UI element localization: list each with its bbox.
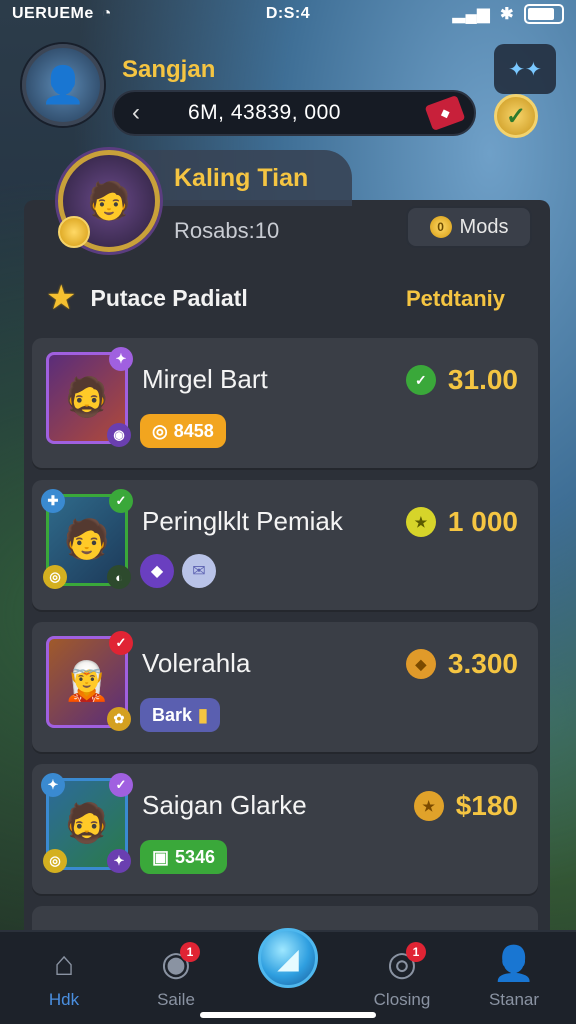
user-icon: 👤 bbox=[492, 945, 536, 983]
section-title-text: Putace Padiatl bbox=[90, 284, 248, 311]
level-chip: ▣ 5346 bbox=[140, 840, 228, 874]
signal-icon: ▂▄▆ bbox=[452, 6, 491, 23]
mods-button[interactable]: 0 Mods bbox=[406, 206, 532, 248]
coin-icon: ◎ bbox=[43, 565, 67, 589]
notification-badge: 1 bbox=[180, 942, 200, 962]
check-icon[interactable]: ✓ bbox=[494, 94, 538, 138]
character-name: Volerahla bbox=[142, 648, 251, 678]
character-portrait: 🧑 ✚ ✓ ◎ ◐ bbox=[41, 489, 133, 589]
crystals-menu-button[interactable]: ✦✦ bbox=[494, 44, 556, 94]
battery-icon bbox=[524, 4, 564, 24]
leaderboard-panel bbox=[24, 200, 550, 1024]
price: ★ $180 bbox=[413, 790, 518, 822]
cash-icon: ▣ bbox=[152, 846, 170, 867]
compass-icon: ◎ 1 bbox=[352, 942, 452, 986]
nav-label: Closing bbox=[373, 990, 431, 1009]
character-portrait: 🧔 ✦ ◉ bbox=[46, 347, 133, 447]
price: ◆ 3.300 bbox=[405, 648, 518, 680]
wifi-icon: ◔ bbox=[101, 5, 112, 22]
nav-item-profile[interactable]: 👤 Stanar bbox=[464, 942, 564, 1010]
player-name: Sangjan bbox=[122, 56, 216, 83]
green-gem-icon: ✓ bbox=[405, 365, 436, 395]
player-avatar[interactable]: 👤 bbox=[22, 44, 104, 126]
level-chip: Bark ▮ bbox=[140, 698, 220, 732]
character-name: Saigan Glarke bbox=[142, 790, 307, 820]
price: ★ 1 000 bbox=[405, 506, 518, 538]
check-icon: ✓ bbox=[109, 631, 133, 655]
coin-bag-icon: ◉ 1 bbox=[126, 942, 226, 986]
character-name: Peringlklt Pemiak bbox=[142, 506, 343, 536]
crystal-icon[interactable]: ◢ bbox=[258, 928, 318, 988]
price-value: $180 bbox=[455, 790, 518, 821]
ability-icons: ◆ ✉ bbox=[140, 554, 216, 588]
bluetooth-icon: ✱ bbox=[500, 6, 514, 23]
nav-item-sale[interactable]: ◉ 1 Saile bbox=[126, 942, 226, 1010]
rank-badge-icon: ✦ bbox=[107, 849, 131, 873]
nav-item-closing[interactable]: ◎ 1 Closing bbox=[352, 942, 452, 1010]
coin-icon: 0 bbox=[429, 216, 452, 238]
level-chip: ◎ 8458 bbox=[140, 414, 226, 448]
coin-icon: ◎ bbox=[152, 420, 168, 441]
price: ✓ 31.00 bbox=[405, 364, 518, 396]
class-badge-icon: ✚ bbox=[41, 489, 65, 513]
star-icon: ★ bbox=[46, 279, 77, 317]
clock: D:S:4 bbox=[265, 5, 311, 22]
balance-amount: 6M, 43839, 000 bbox=[188, 101, 341, 124]
class-badge-icon: ✦ bbox=[109, 347, 133, 371]
column-label: Petdtaniy bbox=[406, 286, 506, 311]
character-portrait: 🧝 ✓ ✿ bbox=[46, 631, 133, 731]
character-name: Mirgel Bart bbox=[142, 364, 268, 394]
coin-icon: ◎ bbox=[43, 849, 67, 873]
class-badge-icon: ✦ bbox=[41, 773, 65, 797]
coin-stack-icon: ▮ bbox=[198, 704, 208, 725]
price-value: 3.300 bbox=[447, 648, 518, 679]
list-item[interactable]: 🧔 ✦ ✓ ◎ ✦ Saigan Glarke ▣ 5346 ★ $180 bbox=[32, 764, 538, 894]
status-bar: UERUEMe ◔ D:S:4 ▂▄▆ ✱ bbox=[0, 0, 576, 28]
chevron-left-icon[interactable]: ‹ bbox=[132, 99, 140, 127]
rank-badge-icon: ◉ bbox=[107, 423, 131, 447]
nav-label: Stanar bbox=[488, 990, 540, 1009]
nav-item-home[interactable]: ⌂ Hdk bbox=[14, 942, 114, 1010]
check-icon: ✓ bbox=[109, 489, 133, 513]
home-icon: ⌂ bbox=[53, 945, 75, 983]
rank-badge-icon: ✿ bbox=[107, 707, 131, 731]
price-value: 1 000 bbox=[447, 506, 518, 537]
balance-bar[interactable]: ‹ 6M, 43839, 000 ◆ bbox=[112, 90, 476, 136]
notification-badge: 1 bbox=[406, 942, 426, 962]
yellow-gem-icon: ★ bbox=[405, 507, 436, 537]
profile-name: Kaling Tian bbox=[174, 164, 309, 192]
nav-label: Saile bbox=[157, 990, 195, 1009]
list-item[interactable]: 🧑 ✚ ✓ ◎ ◐ Peringlklt Pemiak ◆ ✉ ★ 1 000 bbox=[32, 480, 538, 610]
character-portrait: 🧔 ✦ ✓ ◎ ✦ bbox=[41, 773, 133, 873]
orange-gem-icon: ◆ bbox=[405, 649, 436, 679]
orange-gem-icon: ★ bbox=[413, 791, 444, 821]
rank-badge-icon: ◐ bbox=[107, 565, 131, 589]
mail-icon: ✉ bbox=[182, 554, 216, 588]
list-item[interactable]: 🧔 ✦ ◉ Mirgel Bart ◎ 8458 ✓ 31.00 bbox=[32, 338, 538, 468]
mods-label: Mods bbox=[459, 215, 509, 238]
nav-label: Hdk bbox=[48, 990, 80, 1009]
list-item[interactable]: 🧝 ✓ ✿ Volerahla Bark ▮ ◆ 3.300 bbox=[32, 622, 538, 752]
section-title: ★ Putace Padiatl bbox=[46, 278, 248, 318]
check-icon: ✓ bbox=[109, 773, 133, 797]
carrier-label: UERUEMe bbox=[12, 5, 94, 22]
price-value: 31.00 bbox=[447, 364, 518, 395]
gem-icon: ◆ bbox=[140, 554, 174, 588]
home-indicator[interactable] bbox=[200, 1012, 376, 1018]
coin-icon bbox=[58, 216, 90, 248]
ruby-gem-icon[interactable]: ◆ bbox=[424, 94, 466, 132]
rewards-label: Rosabs:10 bbox=[174, 218, 280, 243]
